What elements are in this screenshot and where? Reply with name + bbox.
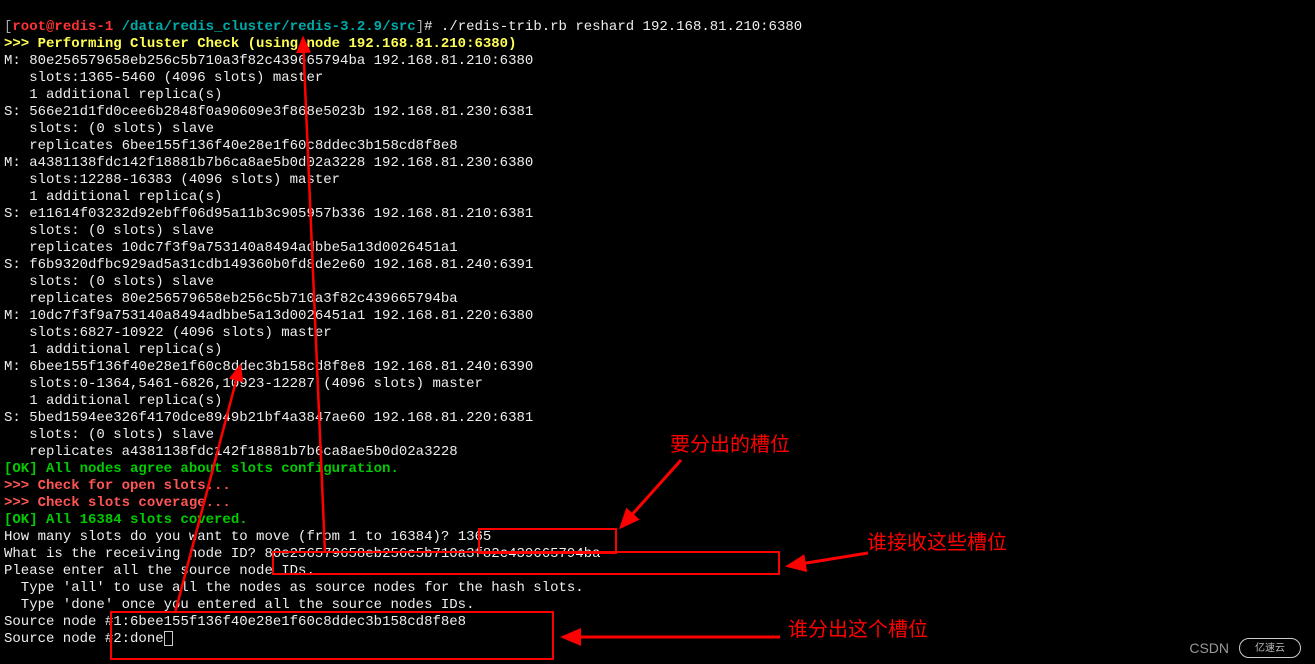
prompt-path: /data/redis_cluster/redis-3.2.9/src	[113, 19, 415, 35]
node-s2: S: e11614f03232d92ebff06d95a11b3c905957b…	[4, 206, 533, 222]
watermark: CSDN 亿速云	[1189, 638, 1301, 658]
node-s3: S: f6b9320dfbc929ad5a31cdb149360b0fd8de2…	[4, 257, 533, 273]
receiving-node-id-input[interactable]: 80e256579658eb256c5b710a3f82c439665794ba	[264, 546, 600, 562]
node-m4-slots: slots:0-1364,5461-6826,10923-12287 (4096…	[4, 376, 483, 392]
watermark-csdn: CSDN	[1189, 640, 1229, 657]
node-s1-slots: slots: (0 slots) slave	[4, 121, 214, 137]
node-s4-slots: slots: (0 slots) slave	[4, 427, 214, 443]
prompt-user: root	[12, 19, 46, 35]
ok-nodes-agree: [OK] All nodes agree about slots configu…	[4, 461, 399, 477]
source-node-2-line: Source node #2:done	[4, 631, 173, 647]
node-s1-replicates: replicates 6bee155f136f40e28e1f60c8ddec3…	[4, 138, 458, 154]
node-s4: S: 5bed1594ee326f4170dce8949b21bf4a3847a…	[4, 410, 533, 426]
check-slots-coverage: >>> Check slots coverage...	[4, 495, 231, 511]
node-m1-slots: slots:1365-5460 (4096 slots) master	[4, 70, 323, 86]
node-m3: M: 10dc7f3f9a753140a8494adbbe5a13d002645…	[4, 308, 533, 324]
node-s3-slots: slots: (0 slots) slave	[4, 274, 214, 290]
terminal[interactable]: [root@redis-1 /data/redis_cluster/redis-…	[0, 0, 1315, 664]
prompt-hash: #	[424, 19, 441, 35]
node-m2-replica: 1 additional replica(s)	[4, 189, 222, 205]
prompt: [root@redis-1 /data/redis_cluster/redis-…	[4, 19, 802, 35]
performing-check: >>> Performing Cluster Check (using node…	[4, 36, 516, 52]
receiving-node-prompt: What is the receiving node ID? 80e256579…	[4, 546, 601, 562]
node-m4: M: 6bee155f136f40e28e1f60c8ddec3b158cd8f…	[4, 359, 533, 375]
annotation-who-gives: 谁分出这个槽位	[788, 622, 928, 639]
type-all-hint: Type 'all' to use all the nodes as sourc…	[4, 580, 584, 596]
node-m4-replica: 1 additional replica(s)	[4, 393, 222, 409]
node-m3-replica: 1 additional replica(s)	[4, 342, 222, 358]
bracket: ]	[416, 19, 424, 35]
cursor-icon	[164, 631, 173, 646]
ok-slots-covered: [OK] All 16384 slots covered.	[4, 512, 248, 528]
type-done-hint: Type 'done' once you entered all the sou…	[4, 597, 474, 613]
prompt-host: redis-1	[54, 19, 113, 35]
node-m2-slots: slots:12288-16383 (4096 slots) master	[4, 172, 340, 188]
watermark-logo: 亿速云	[1239, 638, 1301, 658]
check-open-slots: >>> Check for open slots...	[4, 478, 231, 494]
annotation-who-receives: 谁接收这些槽位	[867, 535, 1007, 552]
node-m1: M: 80e256579658eb256c5b710a3f82c43966579…	[4, 53, 533, 69]
node-s3-replicates: replicates 80e256579658eb256c5b710a3f82c…	[4, 291, 458, 307]
node-s2-slots: slots: (0 slots) slave	[4, 223, 214, 239]
node-s2-replicates: replicates 10dc7f3f9a753140a8494adbbe5a1…	[4, 240, 458, 256]
node-m3-slots: slots:6827-10922 (4096 slots) master	[4, 325, 332, 341]
node-s4-replicates: replicates a4381138fdc142f18881b7b6ca8ae…	[4, 444, 458, 460]
node-m2: M: a4381138fdc142f18881b7b6ca8ae5b0d02a3…	[4, 155, 533, 171]
slots-to-move-input[interactable]: 1365	[458, 529, 492, 545]
node-m1-replica: 1 additional replica(s)	[4, 87, 222, 103]
command-text: ./redis-trib.rb reshard 192.168.81.210:6…	[441, 19, 802, 35]
source-node-1-line: Source node #1:6bee155f136f40e28e1f60c8d…	[4, 614, 466, 630]
how-many-slots-prompt: How many slots do you want to move (from…	[4, 529, 491, 545]
source-node-1-input[interactable]: 6bee155f136f40e28e1f60c8ddec3b158cd8f8e8	[130, 614, 466, 630]
enter-source-ids: Please enter all the source node IDs.	[4, 563, 315, 579]
node-s1: S: 566e21d1fd0cee6b2848f0a90609e3f868e50…	[4, 104, 533, 120]
source-node-2-input[interactable]: done	[130, 631, 164, 647]
annotation-slots-to-assign: 要分出的槽位	[670, 437, 790, 454]
